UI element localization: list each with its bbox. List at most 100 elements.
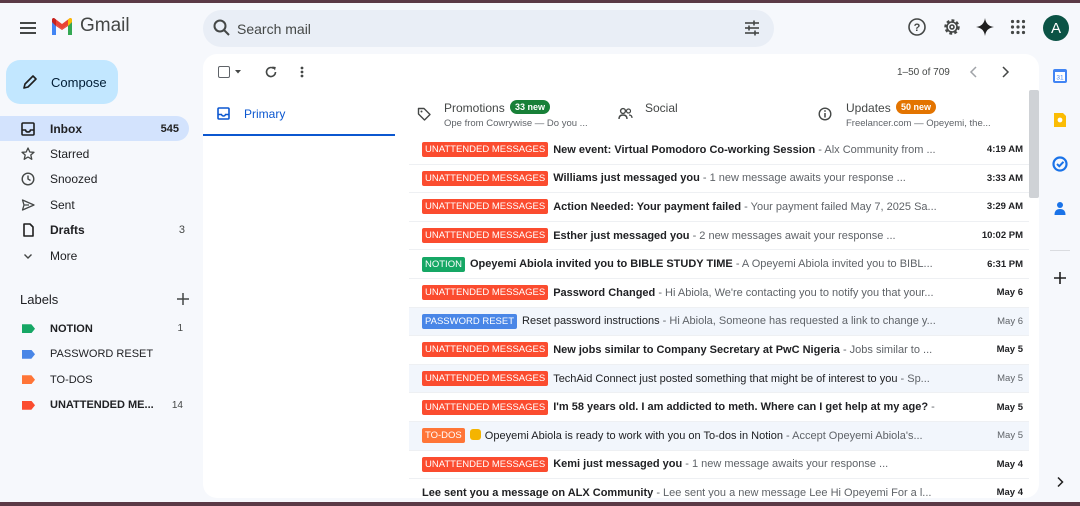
email-label-chip[interactable]: UNATTENDED MESSAGES <box>422 228 549 244</box>
pencil-icon <box>22 74 38 90</box>
email-snippet: - <box>928 401 935 414</box>
email-label-chip[interactable]: UNATTENDED MESSAGES <box>422 371 549 387</box>
search-input[interactable] <box>237 10 717 47</box>
gemini-sparkle-icon[interactable] <box>973 15 997 39</box>
main-menu-icon[interactable] <box>14 14 42 42</box>
email-content: New event: Virtual Pomodoro Co-working S… <box>553 144 953 156</box>
email-label-chip[interactable]: PASSWORD RESET <box>422 313 518 329</box>
sidebar-item-snoozed[interactable]: Snoozed <box>0 167 195 192</box>
sidebar-item-inbox[interactable]: Inbox 545 <box>0 116 189 142</box>
refresh-icon[interactable] <box>264 65 278 79</box>
prev-page-icon[interactable] <box>968 65 980 79</box>
contacts-icon[interactable] <box>1050 198 1070 218</box>
account-avatar[interactable]: A <box>1043 15 1069 41</box>
tab-social[interactable]: Social <box>609 92 809 136</box>
email-snippet: - Your payment failed May 7, 2025 Sa... <box>741 200 937 213</box>
help-icon[interactable]: ? <box>905 15 929 39</box>
email-subject: Kemi just messaged you <box>553 458 683 471</box>
email-time: 10:02 PM <box>981 230 1023 242</box>
email-row[interactable]: TO-DOS Opeyemi Abiola is ready to work wi… <box>409 421 1029 451</box>
email-content: Esther just messaged you - 2 new message… <box>553 230 953 242</box>
window-bottom-border <box>0 502 1080 506</box>
email-label-chip[interactable]: UNATTENDED MESSAGES <box>422 456 549 472</box>
email-snippet: - 1 new message awaits your response ... <box>682 458 889 471</box>
active-tab-indicator <box>203 134 395 136</box>
label-item-password-reset[interactable]: PASSWORD RESET <box>0 342 195 368</box>
gmail-m-icon <box>52 18 72 35</box>
tab-label: Social <box>645 101 678 115</box>
label-tag-icon <box>22 400 35 410</box>
email-row[interactable]: NOTION Opeyemi Abiola invited you to BIBL… <box>409 250 1029 279</box>
sidebar-item-sent[interactable]: Sent <box>0 192 195 217</box>
compose-label: Compose <box>51 74 107 90</box>
tab-preview: Ope from Cowrywise — Do you ... <box>444 118 588 129</box>
email-list: UNATTENDED MESSAGES New event: Virtual Po… <box>409 136 1029 498</box>
email-label-chip[interactable]: UNATTENDED MESSAGES <box>422 342 549 358</box>
email-row[interactable]: UNATTENDED MESSAGES Password Changed - Hi… <box>409 279 1029 308</box>
search-options-icon[interactable] <box>743 19 761 37</box>
sidebar-item-more[interactable]: More <box>0 243 195 268</box>
info-icon <box>818 107 832 121</box>
clock-icon <box>20 171 36 187</box>
label-item-to-dos[interactable]: TO-DOS <box>0 367 195 393</box>
labels-title: Labels <box>20 291 59 307</box>
email-snippet: - Lee sent you a new message Lee Hi Opey… <box>653 486 932 498</box>
compose-button[interactable]: Compose <box>6 60 118 104</box>
email-label-chip[interactable]: NOTION <box>422 256 465 272</box>
apps-grid-icon[interactable] <box>1006 15 1030 39</box>
expand-panel-icon[interactable] <box>1050 472 1070 492</box>
email-row[interactable]: UNATTENDED MESSAGES Action Needed: Your p… <box>409 193 1029 222</box>
rail-divider <box>1050 250 1070 251</box>
inbox-icon <box>217 107 230 120</box>
gmail-logo[interactable]: Gmail <box>50 15 130 37</box>
header: Gmail ? A <box>0 3 1080 53</box>
search-icon[interactable] <box>212 18 232 38</box>
add-addon-icon[interactable] <box>1050 268 1070 288</box>
email-label-chip[interactable]: UNATTENDED MESSAGES <box>422 199 549 215</box>
tasks-icon[interactable] <box>1050 154 1070 174</box>
email-label-chip[interactable]: UNATTENDED MESSAGES <box>422 142 549 158</box>
email-label-chip[interactable]: UNATTENDED MESSAGES <box>422 399 549 415</box>
more-vert-icon[interactable] <box>300 65 304 79</box>
email-row[interactable]: Lee sent you a message on ALX Community … <box>409 479 1029 498</box>
email-row[interactable]: PASSWORD RESET Reset password instruction… <box>409 307 1029 337</box>
email-row[interactable]: UNATTENDED MESSAGES TechAid Connect just … <box>409 364 1029 394</box>
sidebar-item-drafts[interactable]: Drafts 3 <box>0 218 195 243</box>
email-content: Lee sent you a message on ALX Community … <box>422 487 953 498</box>
email-subject: New jobs similar to Company Secretary at… <box>553 343 840 356</box>
label-tag-icon <box>22 324 35 334</box>
email-row[interactable]: UNATTENDED MESSAGES New jobs similar to C… <box>409 336 1029 365</box>
tab-label: Primary <box>244 107 286 121</box>
email-content: Williams just messaged you - 1 new messa… <box>553 172 953 184</box>
sidebar-item-starred[interactable]: Starred <box>0 141 195 166</box>
keep-icon[interactable] <box>1050 110 1070 130</box>
email-row[interactable]: UNATTENDED MESSAGES Williams just message… <box>409 165 1029 194</box>
pagination-range: 1–50 of 709 <box>897 67 950 78</box>
settings-gear-icon[interactable] <box>940 15 964 39</box>
svg-text:?: ? <box>914 22 921 34</box>
email-label-chip[interactable]: UNATTENDED MESSAGES <box>422 170 549 186</box>
email-row[interactable]: UNATTENDED MESSAGES I'm 58 years old. I a… <box>409 393 1029 422</box>
people-icon <box>618 107 633 120</box>
email-row[interactable]: UNATTENDED MESSAGES New event: Virtual Po… <box>409 136 1029 165</box>
email-time: 3:29 AM <box>986 201 1023 213</box>
select-all-checkbox[interactable] <box>218 66 230 78</box>
next-page-icon[interactable] <box>999 65 1011 79</box>
email-snippet: - A Opeyemi Abiola invited you to BIBL..… <box>732 258 933 271</box>
select-dropdown-icon[interactable] <box>234 68 242 76</box>
mail-list-scrollbar[interactable] <box>1029 90 1039 198</box>
email-row[interactable]: UNATTENDED MESSAGES Kemi just messaged yo… <box>409 451 1029 480</box>
svg-text:31: 31 <box>1056 75 1064 82</box>
email-subject: I'm 58 years old. I am addicted to meth.… <box>553 401 929 414</box>
tab-promotions[interactable]: Promotions 33 new Ope from Cowrywise — D… <box>409 92 609 136</box>
label-item-notion[interactable]: NOTION 1 <box>0 316 195 342</box>
mail-list-panel: 1–50 of 709 Primary Promotions 33 new Op… <box>203 54 1039 498</box>
email-label-chip[interactable]: TO-DOS <box>422 428 465 444</box>
email-label-chip[interactable]: UNATTENDED MESSAGES <box>422 285 549 301</box>
email-row[interactable]: UNATTENDED MESSAGES Esther just messaged … <box>409 222 1029 251</box>
label-item-unattended[interactable]: UNATTENDED ME... 14 <box>0 393 195 419</box>
calendar-icon[interactable]: 31 <box>1050 66 1070 86</box>
add-label-icon[interactable] <box>176 292 190 306</box>
tab-primary[interactable]: Primary <box>203 92 395 136</box>
tab-updates[interactable]: Updates 50 new Freelancer.com — Opeyemi,… <box>809 92 1009 136</box>
